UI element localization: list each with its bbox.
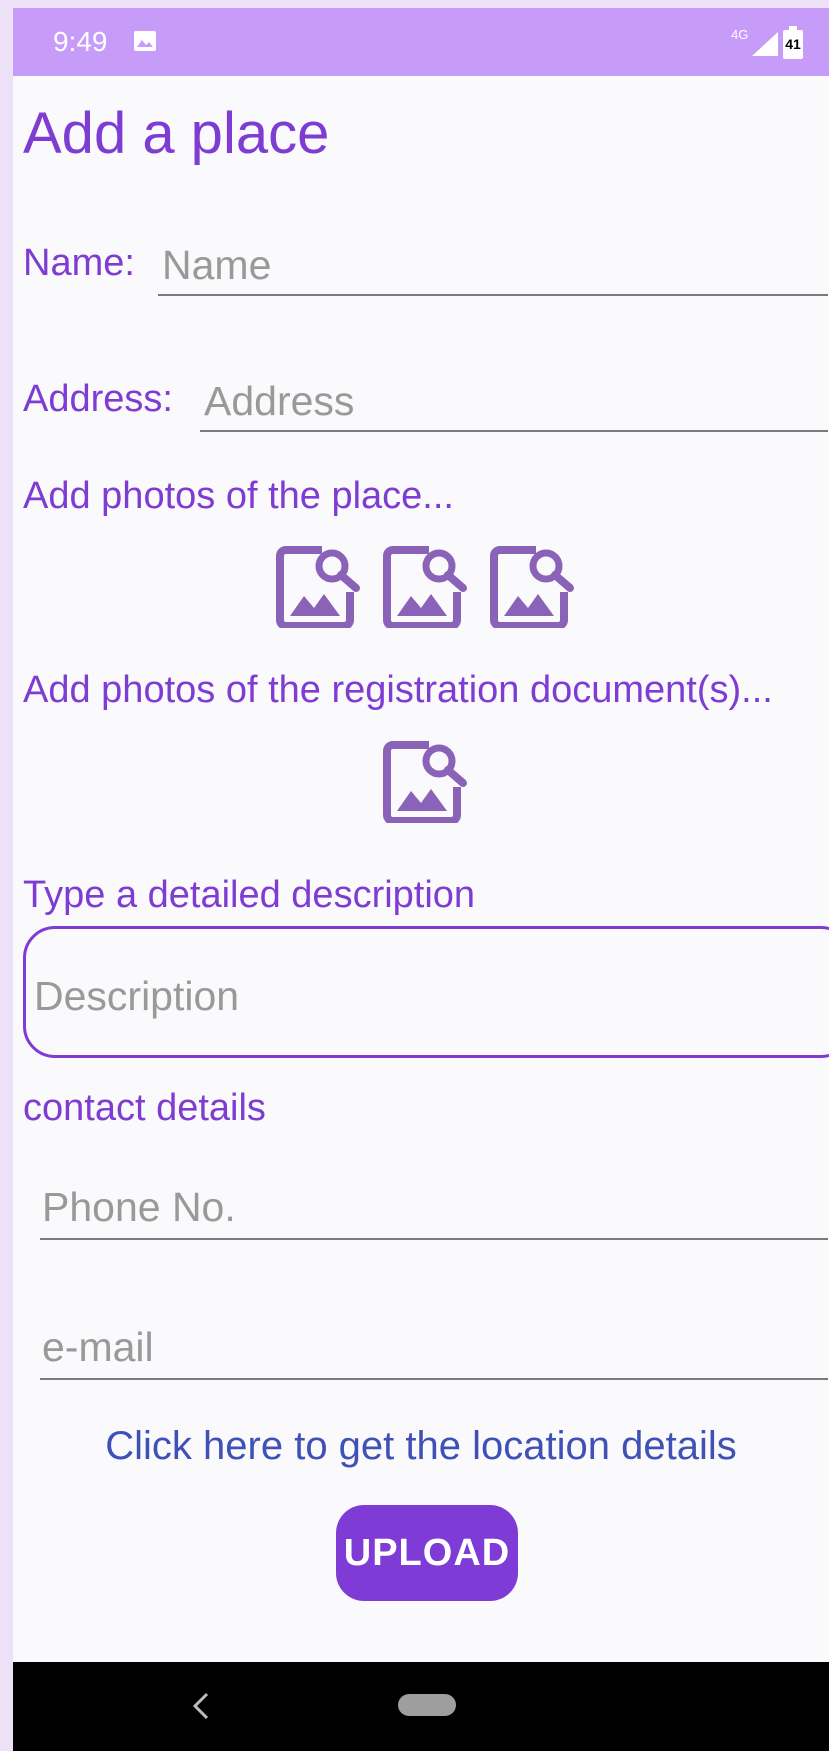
navigation-bar bbox=[13, 1662, 829, 1751]
image-search-icon[interactable] bbox=[383, 739, 467, 823]
address-label: Address: bbox=[23, 378, 173, 420]
description-input[interactable]: Description bbox=[23, 926, 829, 1058]
image-search-icon[interactable] bbox=[490, 544, 574, 628]
network-type-label: 4G bbox=[731, 27, 749, 42]
screen: 9:49 4G 41 Add a place Name: Name Addres… bbox=[13, 8, 829, 1751]
status-time: 9:49 bbox=[53, 26, 108, 57]
image-search-icon[interactable] bbox=[276, 544, 360, 628]
place-photos-label: Add photos of the place... bbox=[23, 475, 454, 517]
contact-details-label: contact details bbox=[23, 1087, 266, 1129]
status-bar: 9:49 4G 41 bbox=[13, 8, 829, 76]
document-photos-label: Add photos of the registration document(… bbox=[23, 669, 773, 711]
battery-level: 41 bbox=[785, 36, 801, 52]
home-button[interactable] bbox=[398, 1694, 456, 1716]
address-input[interactable]: Address bbox=[200, 374, 828, 432]
gallery-notification-icon bbox=[134, 31, 156, 51]
upload-button[interactable]: UPLOAD bbox=[336, 1505, 518, 1601]
phone-input[interactable]: Phone No. bbox=[40, 1180, 828, 1240]
back-icon[interactable] bbox=[189, 1690, 213, 1722]
description-label: Type a detailed description bbox=[23, 874, 476, 916]
page-title: Add a place bbox=[23, 101, 330, 166]
email-input[interactable]: e-mail bbox=[40, 1320, 828, 1380]
name-input[interactable]: Name bbox=[158, 238, 828, 296]
image-search-icon[interactable] bbox=[383, 544, 467, 628]
name-label: Name: bbox=[23, 242, 135, 284]
location-details-link[interactable]: Click here to get the location details bbox=[13, 1424, 829, 1469]
